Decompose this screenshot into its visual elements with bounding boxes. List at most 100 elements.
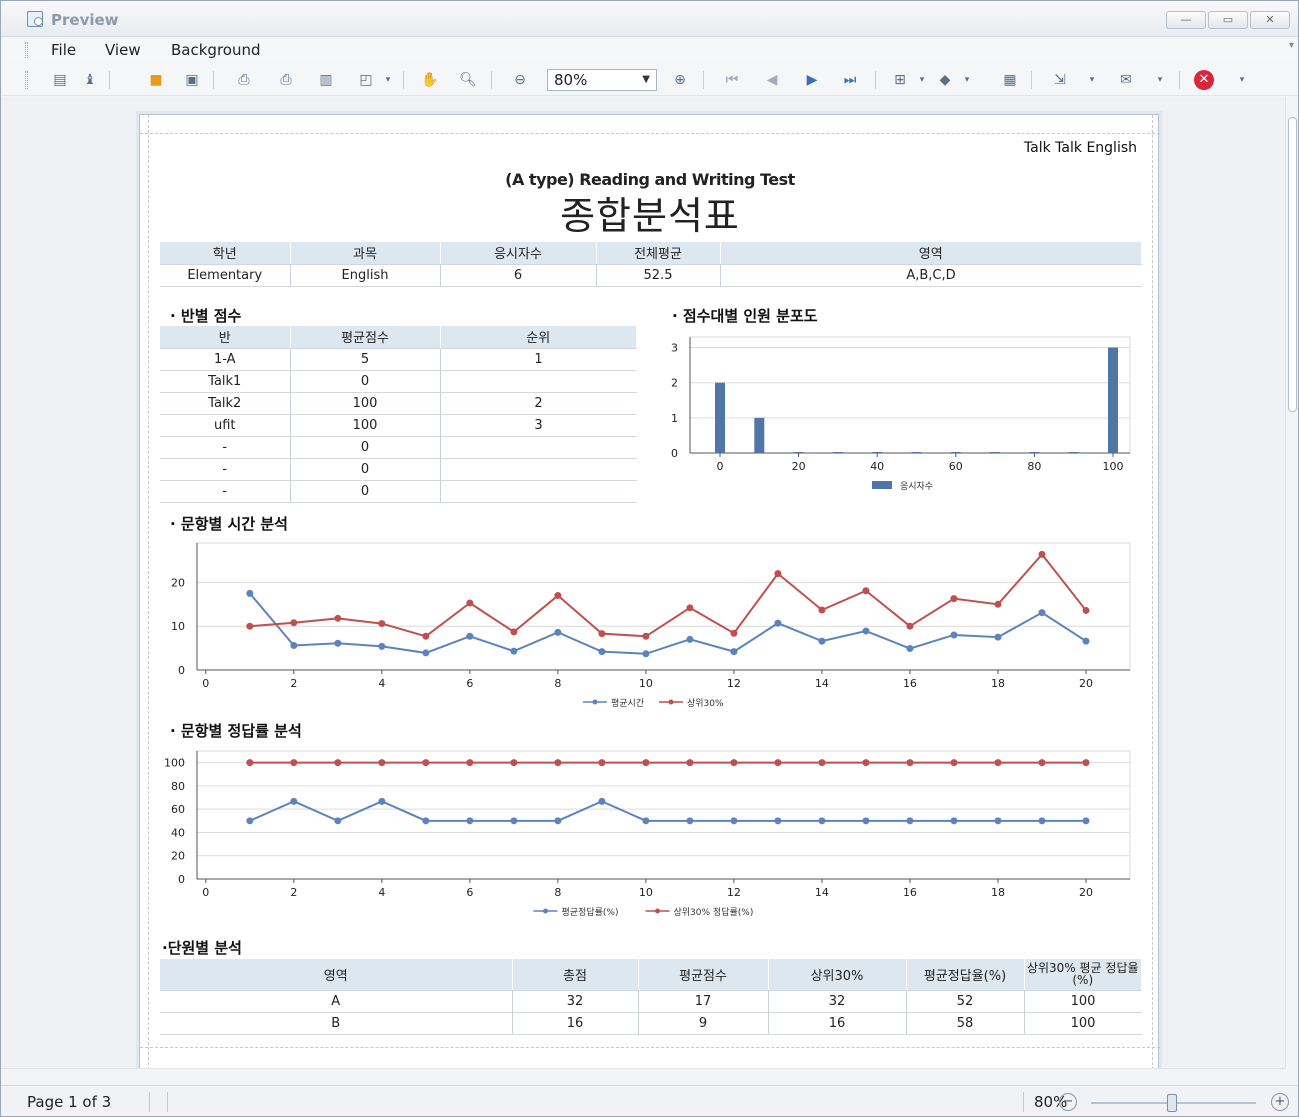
multiple-pages-icon[interactable]: ⊞ bbox=[891, 71, 909, 89]
data-point bbox=[906, 759, 914, 767]
y-tick-label: 100 bbox=[164, 757, 185, 770]
legend-swatch bbox=[872, 481, 892, 489]
table-row: -0 bbox=[160, 458, 637, 481]
status-separator bbox=[167, 1092, 168, 1112]
table-row: Talk2 100 2 bbox=[160, 392, 637, 415]
bar bbox=[950, 452, 961, 453]
page-setup-icon[interactable]: ▥ bbox=[317, 71, 335, 89]
table-cell: 100 bbox=[1024, 990, 1142, 1013]
quick-print-icon[interactable]: ⎙ bbox=[277, 71, 295, 89]
save-icon[interactable]: ▣ bbox=[183, 71, 201, 89]
x-tick-label: 20 bbox=[792, 460, 806, 473]
first-page-icon[interactable]: ⏮ bbox=[723, 71, 741, 89]
data-point bbox=[950, 595, 958, 603]
toolbar-separator bbox=[703, 71, 704, 89]
maximize-button[interactable]: ▭ bbox=[1208, 11, 1248, 29]
data-point bbox=[554, 817, 562, 825]
vertical-scrollbar[interactable] bbox=[1285, 97, 1298, 1068]
table-cell: English bbox=[290, 264, 441, 287]
data-point bbox=[950, 759, 958, 767]
table-cell: - bbox=[160, 458, 291, 481]
accuracy-analysis-chart: 0 20 40 60 80 100 0 2 4 6 8 10 12 14 16 18 20 평균정답률(%) 상위3… bbox=[164, 750, 1131, 918]
zoom-slider[interactable] bbox=[1091, 1094, 1256, 1112]
plot-area bbox=[196, 750, 1131, 880]
data-point bbox=[598, 630, 606, 638]
data-point bbox=[1038, 817, 1046, 825]
data-point bbox=[642, 759, 650, 767]
last-page-icon[interactable]: ⏭ bbox=[841, 71, 859, 89]
x-tick-label: 6 bbox=[466, 886, 473, 899]
menu-view[interactable]: View bbox=[105, 41, 141, 59]
hand-tool-icon[interactable]: ✋ bbox=[421, 71, 439, 89]
y-tick-label: 40 bbox=[171, 826, 185, 839]
zoom-slider-thumb[interactable] bbox=[1167, 1094, 1177, 1112]
data-point bbox=[1082, 637, 1090, 645]
table-row: A 32 17 32 52 100 bbox=[160, 990, 1142, 1013]
data-point bbox=[730, 817, 738, 825]
data-point bbox=[378, 620, 386, 628]
vertical-scroll-thumb[interactable] bbox=[1288, 117, 1297, 412]
data-point bbox=[598, 797, 606, 805]
page-color-dropdown-icon[interactable]: ▾ bbox=[958, 71, 976, 89]
zoom-in-icon[interactable]: ⊕ bbox=[671, 71, 689, 89]
close-window-button[interactable]: ✕ bbox=[1250, 11, 1290, 29]
menu-grip[interactable] bbox=[25, 42, 28, 58]
column-header: 순위 bbox=[440, 326, 637, 349]
table-row: Talk1 0 bbox=[160, 370, 637, 393]
bar bbox=[1108, 347, 1118, 453]
x-tick-label: 8 bbox=[554, 886, 561, 899]
send-dropdown-icon[interactable]: ▾ bbox=[1151, 71, 1169, 89]
data-point bbox=[598, 759, 606, 767]
menu-overflow-icon[interactable]: ▾ bbox=[1289, 40, 1294, 51]
scale-dropdown-icon[interactable]: ▾ bbox=[379, 71, 397, 89]
watermark-icon[interactable]: ▦ bbox=[1001, 71, 1019, 89]
multiple-pages-dropdown-icon[interactable]: ▾ bbox=[913, 71, 931, 89]
zoom-out-button[interactable]: − bbox=[1059, 1093, 1077, 1111]
toolbar-separator bbox=[1179, 71, 1180, 89]
next-page-icon[interactable]: ▶ bbox=[803, 71, 821, 89]
data-point bbox=[334, 759, 342, 767]
zoom-in-button[interactable]: + bbox=[1271, 1093, 1289, 1111]
legend-marker bbox=[655, 908, 660, 914]
bar bbox=[1029, 452, 1040, 453]
print-icon[interactable]: ⎙ bbox=[235, 71, 253, 89]
data-point bbox=[466, 759, 474, 767]
document-map-icon[interactable]: ▤ bbox=[51, 71, 69, 89]
bar bbox=[911, 452, 922, 453]
search-binoculars-icon[interactable]: ♝ bbox=[81, 71, 99, 89]
page-color-icon[interactable]: ◆ bbox=[936, 71, 954, 89]
legend-label: 상위30% bbox=[687, 698, 724, 709]
menu-file[interactable]: File bbox=[51, 41, 76, 59]
close-preview-icon[interactable]: ✕ bbox=[1194, 70, 1214, 90]
zoom-select[interactable]: 80% ▼ bbox=[547, 69, 657, 91]
toolbar: ▤ ♝ ■ ▣ ⎙ ⎙ ▥ ◰ ▾ ✋ 🔍︎ ⊖ 80% ▼ ⊕ ⏮ ◀ ▶ ⏭… bbox=[1, 64, 1298, 96]
toolbar-options-icon[interactable]: ▾ bbox=[1233, 71, 1251, 89]
menu-background[interactable]: Background bbox=[171, 41, 261, 59]
data-point bbox=[554, 759, 562, 767]
zoom-out-icon[interactable]: ⊖ bbox=[511, 71, 529, 89]
export-icon[interactable]: ⇲ bbox=[1051, 71, 1069, 89]
table-cell: Elementary bbox=[160, 264, 291, 287]
open-folder-icon[interactable]: ■ bbox=[147, 71, 165, 89]
scale-icon[interactable]: ◰ bbox=[357, 71, 375, 89]
table-cell: 17 bbox=[638, 990, 769, 1013]
data-point bbox=[334, 639, 342, 647]
distribution-chart: 0 1 2 3 0 20 40 60 80 100 응시자수 bbox=[671, 336, 1131, 492]
x-tick-label: 6 bbox=[466, 677, 473, 690]
toolbar-separator bbox=[403, 71, 404, 89]
previous-page-icon[interactable]: ◀ bbox=[763, 71, 781, 89]
data-point bbox=[422, 632, 430, 640]
send-email-icon[interactable]: ✉ bbox=[1117, 71, 1135, 89]
unit-analysis-title: ·단원별 분석 bbox=[162, 939, 242, 957]
export-dropdown-icon[interactable]: ▾ bbox=[1083, 71, 1101, 89]
minimize-button[interactable]: — bbox=[1166, 11, 1206, 29]
horizontal-scrollbar[interactable] bbox=[1, 1068, 1286, 1084]
margin-guide bbox=[1152, 115, 1153, 1075]
table-cell: 6 bbox=[440, 264, 597, 287]
table-cell: 0 bbox=[290, 480, 441, 503]
window-title: Preview bbox=[51, 11, 119, 29]
toolbar-grip[interactable] bbox=[25, 71, 28, 89]
table-cell: Talk2 bbox=[160, 392, 291, 415]
magnifier-icon[interactable]: 🔍︎ bbox=[459, 71, 477, 89]
plot-area bbox=[196, 542, 1131, 671]
